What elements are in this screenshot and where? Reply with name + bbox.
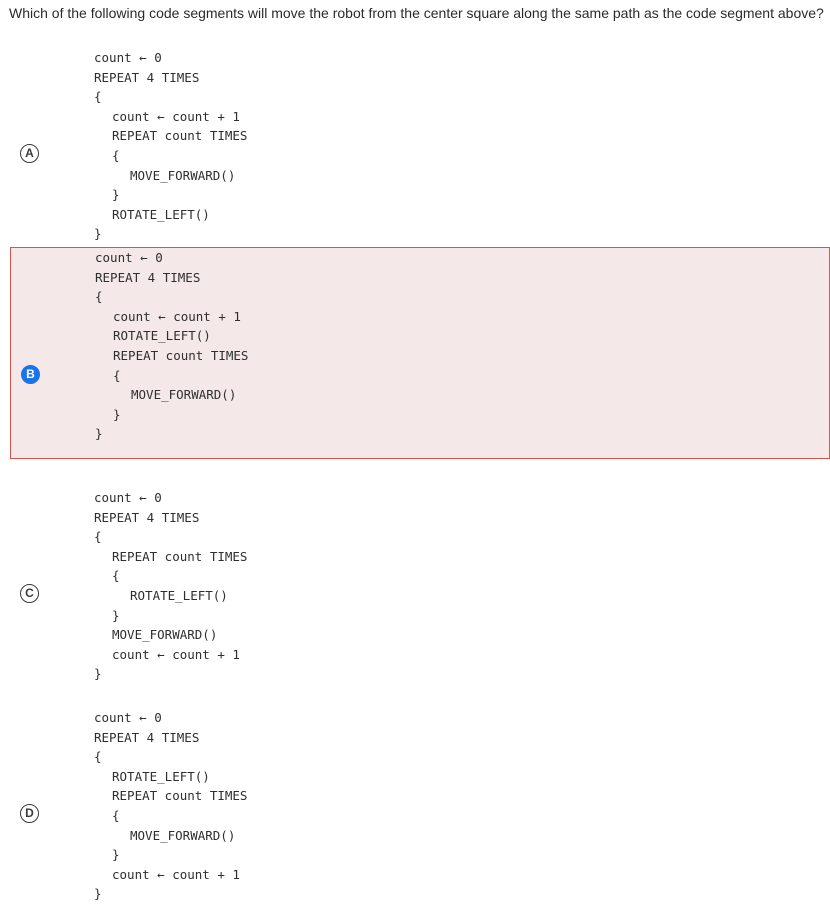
answer-choice-d[interactable]: Dcount ← 0 REPEAT 4 TIMES { ROTATE_LEFT() RE… (10, 708, 830, 920)
code-line: MOVE_FORWARD() (130, 167, 236, 183)
code-line: REPEAT 4 TIMES (94, 729, 200, 745)
code-line: count ← count + 1 (112, 866, 240, 882)
code-line: } (94, 666, 102, 682)
code-line: count ← 0 (94, 490, 162, 505)
choice-letter-c[interactable]: C (20, 584, 39, 603)
code-block: count ← 0 REPEAT 4 TIMES { count ← count + … (94, 48, 247, 244)
code-line: ROTATE_LEFT() (112, 206, 210, 222)
code-line: { (94, 89, 102, 105)
code-line: } (113, 406, 121, 422)
code-line: ROTATE_LEFT() (112, 768, 210, 784)
code-line: REPEAT 4 TIMES (94, 69, 200, 85)
code-line: count ← 0 (95, 250, 163, 265)
code-line: count ← count + 1 (112, 646, 240, 662)
code-line: ROTATE_LEFT() (113, 328, 211, 344)
code-line: MOVE_FORWARD() (131, 387, 237, 403)
code-line: REPEAT count TIMES (113, 347, 249, 363)
choice-letter-d[interactable]: D (20, 804, 39, 823)
code-line: MOVE_FORWARD() (130, 827, 236, 843)
code-line: } (112, 847, 120, 863)
answer-choice-b[interactable]: Bcount ← 0 REPEAT 4 TIMES { count ← count +… (10, 247, 830, 459)
code-line: ROTATE_LEFT() (130, 587, 228, 603)
code-line: { (112, 568, 120, 584)
code-line: count ← 0 (94, 50, 162, 65)
answer-choice-a[interactable]: Acount ← 0 REPEAT 4 TIMES { count ← count +… (10, 48, 830, 260)
code-line: { (113, 367, 121, 383)
choice-letter-b[interactable]: B (21, 365, 40, 384)
code-line: REPEAT count TIMES (112, 548, 248, 564)
question-text: Which of the following code segments wil… (9, 5, 824, 21)
code-block: count ← 0 REPEAT 4 TIMES { REPEAT count TIM… (94, 488, 247, 684)
code-block: count ← 0 REPEAT 4 TIMES { count ← count + … (95, 248, 248, 444)
code-line: { (94, 749, 102, 765)
code-line: count ← 0 (94, 710, 162, 725)
code-line: { (112, 147, 120, 163)
code-line: REPEAT 4 TIMES (94, 509, 200, 525)
code-line: count ← count + 1 (112, 108, 240, 124)
choice-letter-a[interactable]: A (20, 144, 39, 163)
code-line: { (112, 807, 120, 823)
code-line: MOVE_FORWARD() (112, 627, 218, 643)
code-line: } (95, 426, 103, 442)
code-line: REPEAT count TIMES (112, 788, 248, 804)
code-line: { (95, 289, 103, 305)
code-line: } (94, 886, 102, 902)
code-line: count ← count + 1 (113, 308, 241, 324)
code-line: REPEAT 4 TIMES (95, 269, 201, 285)
code-line: { (94, 529, 102, 545)
code-line: } (112, 607, 120, 623)
answer-choice-c[interactable]: Ccount ← 0 REPEAT 4 TIMES { REPEAT count TI… (10, 488, 830, 700)
code-line: REPEAT count TIMES (112, 128, 248, 144)
code-block: count ← 0 REPEAT 4 TIMES { ROTATE_LEFT() REP… (94, 708, 247, 904)
code-line: } (112, 187, 120, 203)
code-line: } (94, 226, 102, 242)
